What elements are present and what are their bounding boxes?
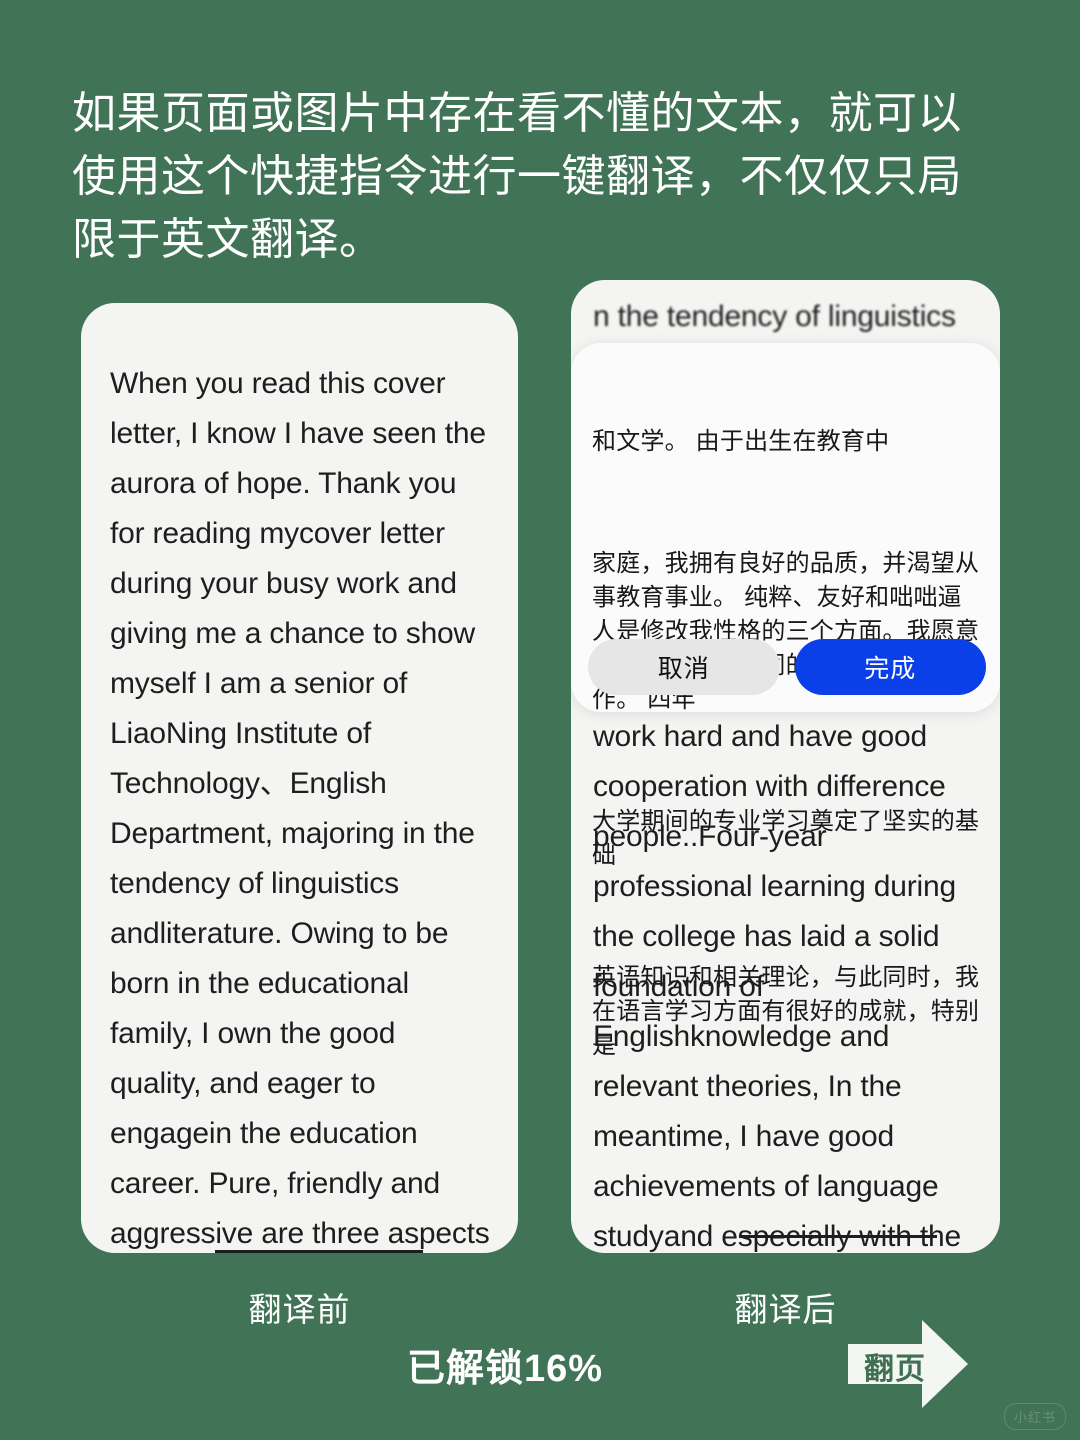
dialog-action-row: 取消 完成 [588, 639, 986, 695]
after-translation-text: work hard and have good cooperation with… [593, 720, 965, 1253]
strikethrough-mark-right [739, 1235, 937, 1238]
arrow-right-icon [848, 1320, 968, 1408]
comparison-cards: When you read this cover letter, I know … [0, 0, 1080, 1440]
card-after-translation: n the tendency of linguistics andliterat… [571, 280, 1000, 1253]
translation-paragraph-1: 和文学。 由于出生在教育中 [592, 428, 890, 455]
card-before-translation: When you read this cover letter, I know … [81, 303, 518, 1253]
cancel-button[interactable]: 取消 [588, 639, 780, 695]
before-translation-text: When you read this cover letter, I know … [110, 367, 490, 1250]
caption-before-translation: 翻译前 [248, 1291, 351, 1328]
confirm-button[interactable]: 完成 [794, 639, 986, 695]
translation-dialog: 和文学。 由于出生在教育中 家庭，我拥有良好的品质，并渴望从事教育事业。 纯粹、… [571, 343, 1000, 1059]
page-turn-button[interactable]: 翻页 [848, 1318, 970, 1410]
underline-mark-left [215, 1250, 423, 1253]
watermark-badge: 小红书 [1003, 1403, 1066, 1430]
